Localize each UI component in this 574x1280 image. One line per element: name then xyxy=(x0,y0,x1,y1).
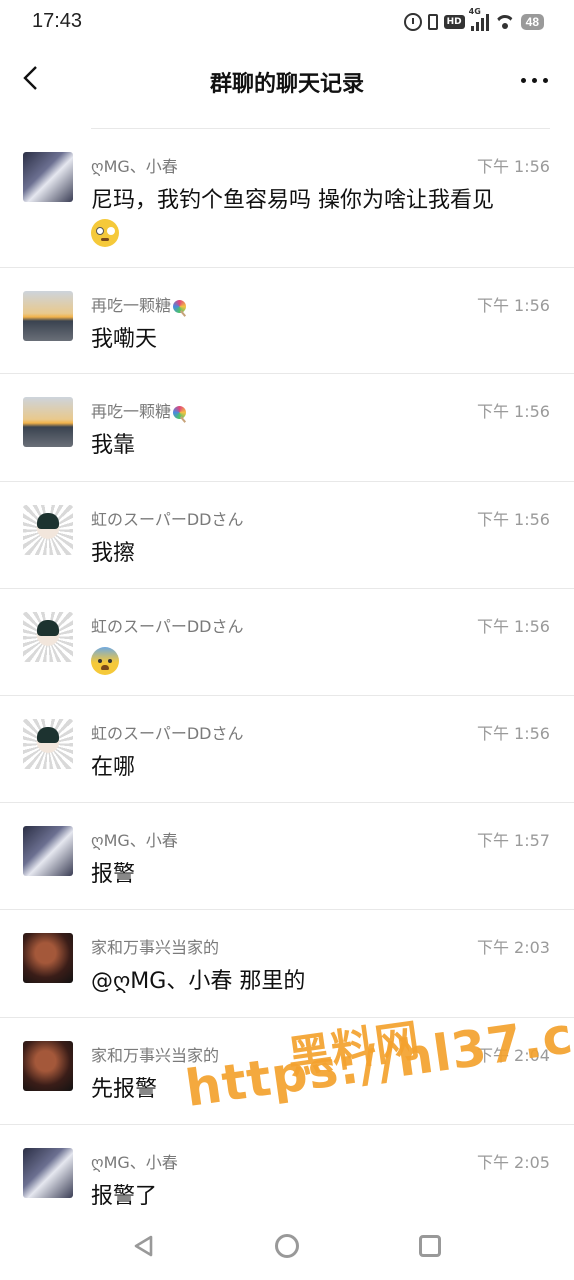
message-time: 下午 1:56 xyxy=(476,617,550,636)
network-type: 4G xyxy=(468,7,481,16)
sender-name: 虹のスーパーDDさん xyxy=(91,724,244,743)
system-nav-bar xyxy=(0,1212,574,1280)
message-text-container xyxy=(91,645,554,677)
more-options-button[interactable] xyxy=(521,78,548,83)
message-text: 我擦 xyxy=(91,541,136,566)
status-time: 17:43 xyxy=(32,10,83,32)
signal-icon: 4G xyxy=(469,7,489,31)
message-text: 报警 xyxy=(91,862,136,887)
nav-recents-square-icon[interactable] xyxy=(419,1235,441,1257)
page-title: 群聊的聊天记录 xyxy=(209,72,364,97)
message-item[interactable]: 虹のスーパーDDさん 下午 1:56 xyxy=(0,589,574,696)
sender-name-container: 再吃一颗糖 xyxy=(91,292,187,316)
status-icons: HD 4G 48 xyxy=(403,7,544,32)
message-time: 下午 1:56 xyxy=(476,296,550,315)
more-dot-icon xyxy=(543,78,548,83)
nav-back-triangle-icon[interactable] xyxy=(132,1234,154,1258)
sender-name: ღMG、小春 xyxy=(91,1153,178,1172)
message-time: 下午 1:56 xyxy=(476,724,550,743)
sender-name: 再吃一颗糖 xyxy=(91,402,172,421)
message-text: 我靠 xyxy=(91,433,136,458)
avatar[interactable] xyxy=(23,719,73,769)
sender-name: ღMG、小春 xyxy=(91,831,178,850)
message-time: 下午 1:56 xyxy=(476,402,550,421)
sender-name: 再吃一颗糖 xyxy=(91,296,172,315)
avatar[interactable] xyxy=(23,612,73,662)
message-item[interactable]: 再吃一颗糖 下午 1:56 我靠 xyxy=(0,374,574,482)
message-time: 下午 2:03 xyxy=(476,938,550,957)
message-item[interactable]: ღMG、小春 下午 1:56 尼玛，我钓个鱼容易吗 操你为啥让我看见 xyxy=(0,129,574,268)
avatar[interactable] xyxy=(23,1041,73,1091)
avatar[interactable] xyxy=(23,397,73,447)
message-time: 下午 1:56 xyxy=(476,510,550,529)
wifi-icon xyxy=(495,15,515,29)
nav-bar: 群聊的聊天记录 xyxy=(0,44,574,116)
sender-name: 家和万事兴当家的 xyxy=(91,938,220,957)
message-text-container: 尼玛，我钓个鱼容易吗 操你为啥让我看见 xyxy=(91,185,554,249)
lollipop-icon xyxy=(173,300,187,313)
avatar[interactable] xyxy=(23,152,73,202)
sender-name: ღMG、小春 xyxy=(91,157,178,176)
message-item[interactable]: ღMG、小春 下午 1:57 报警 xyxy=(0,803,574,910)
fearful-face-icon xyxy=(91,647,119,675)
message-text: 在哪 xyxy=(91,755,136,780)
message-text: @ღMG、小春 那里的 xyxy=(91,969,306,994)
avatar[interactable] xyxy=(23,291,73,341)
message-time: 下午 1:57 xyxy=(476,831,550,850)
avatar[interactable] xyxy=(23,505,73,555)
vibrate-icon xyxy=(427,14,438,30)
lollipop-icon xyxy=(173,406,187,419)
message-item[interactable]: ღMG、小春 下午 2:05 报警了 xyxy=(0,1125,574,1221)
message-text: 尼玛，我钓个鱼容易吗 操你为啥让我看见 xyxy=(91,188,494,213)
flushed-face-icon xyxy=(91,219,119,247)
message-time: 下午 2:05 xyxy=(476,1153,550,1172)
alarm-icon xyxy=(403,13,422,31)
message-text: 报警了 xyxy=(91,1184,158,1209)
more-dot-icon xyxy=(532,78,537,83)
message-time: 下午 1:56 xyxy=(476,157,550,176)
message-item[interactable]: 再吃一颗糖 下午 1:56 我嘞天 xyxy=(0,268,574,374)
sender-name-container: 再吃一颗糖 xyxy=(91,398,187,422)
battery-icon: 48 xyxy=(520,14,544,30)
message-item[interactable]: 虹のスーパーDDさん 下午 1:56 我擦 xyxy=(0,482,574,589)
sender-name: 虹のスーパーDDさん xyxy=(91,617,244,636)
message-item[interactable]: 虹のスーパーDDさん 下午 1:56 在哪 xyxy=(0,696,574,803)
sender-name: 虹のスーパーDDさん xyxy=(91,510,244,529)
status-bar: 17:43 HD 4G 48 xyxy=(0,0,574,44)
hd-icon: HD xyxy=(443,15,465,29)
more-dot-icon xyxy=(521,78,526,83)
avatar[interactable] xyxy=(23,826,73,876)
nav-home-circle-icon[interactable] xyxy=(275,1234,299,1258)
message-item[interactable]: 家和万事兴当家的 下午 2:03 @ღMG、小春 那里的 xyxy=(0,910,574,1018)
message-text: 我嘞天 xyxy=(91,327,158,352)
avatar[interactable] xyxy=(23,1148,73,1198)
avatar[interactable] xyxy=(23,933,73,983)
